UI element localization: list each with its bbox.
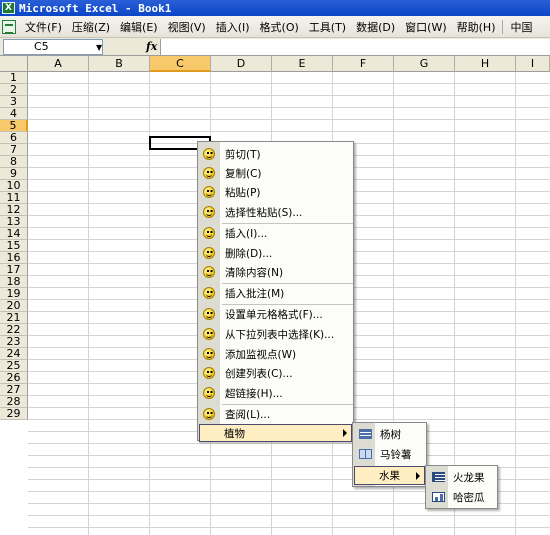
menu-item-paste[interactable]: 粘贴(P) (199, 183, 352, 201)
menu-edit[interactable]: 编辑(E) (115, 19, 163, 35)
table-icon (359, 449, 372, 459)
column-header-c[interactable]: C (150, 56, 211, 72)
menu-item-label: 马铃薯 (380, 449, 412, 461)
menu-item-label: 插入(I)... (225, 227, 268, 240)
formula-input[interactable] (160, 39, 550, 55)
smiley-icon (203, 408, 215, 420)
menu-item-create-list[interactable]: 创建列表(C)... (199, 364, 352, 382)
column-header-g[interactable]: G (394, 56, 455, 72)
menu-help[interactable]: 帮助(H) (452, 19, 501, 35)
submenu-fruits: 火龙果 哈密瓜 (425, 465, 498, 509)
menu-insert[interactable]: 插入(I) (211, 19, 255, 35)
menu-item-label: 粘贴(P) (225, 186, 261, 199)
menu-item-label: 哈密瓜 (453, 492, 485, 504)
menu-file[interactable]: 文件(F) (20, 19, 67, 35)
menu-item-paste-special[interactable]: 选择性粘贴(S)... (199, 203, 352, 221)
smiley-icon (203, 247, 215, 259)
menu-item-dragon-fruit[interactable]: 火龙果 (427, 468, 496, 487)
title-bar: X Microsoft Excel - Book1 (0, 0, 550, 16)
menu-item-pick-from-list[interactable]: 从下拉列表中选择(K)... (199, 325, 352, 343)
menu-item-copy[interactable]: 复制(C) (199, 164, 352, 182)
context-menu: 剪切(T) 复制(C) 粘贴(P) 选择性粘贴(S)... 插入(I)... 删… (197, 141, 354, 442)
smiley-icon (203, 328, 215, 340)
column-header-i[interactable]: I (516, 56, 550, 72)
menu-item-format-cells[interactable]: 设置单元格格式(F)... (199, 305, 352, 323)
menu-item-label: 选择性粘贴(S)... (225, 206, 303, 219)
menu-item-clear-contents[interactable]: 清除内容(N) (199, 263, 352, 281)
smiley-icon (203, 266, 215, 278)
menu-item-add-watch[interactable]: 添加监视点(W) (199, 345, 352, 363)
menu-item-label: 火龙果 (453, 472, 485, 484)
chevron-down-icon[interactable]: ▼ (96, 44, 102, 52)
chart-icon (432, 492, 445, 502)
name-box[interactable]: C5 ▼ (3, 39, 103, 55)
menu-item-label: 杨树 (380, 429, 401, 441)
menu-item-label: 植物 (224, 427, 245, 440)
name-box-value: C5 (34, 40, 49, 53)
submenu-plants: 杨树 马铃薯 水果 (352, 422, 427, 487)
menu-item-poplar[interactable]: 杨树 (354, 425, 425, 444)
menu-item-potato[interactable]: 马铃薯 (354, 445, 425, 464)
menu-item-label: 查阅(L)... (225, 408, 271, 421)
grid-icon (432, 472, 445, 482)
menu-item-label: 从下拉列表中选择(K)... (225, 328, 335, 341)
menu-item-hami-melon[interactable]: 哈密瓜 (427, 488, 496, 507)
column-header-e[interactable]: E (272, 56, 333, 72)
menu-item-cut[interactable]: 剪切(T) (199, 145, 352, 163)
menu-item-label: 复制(C) (225, 167, 262, 180)
column-header-d[interactable]: D (211, 56, 272, 72)
smiley-icon (203, 287, 215, 299)
menu-compress[interactable]: 压缩(Z) (67, 19, 115, 35)
smiley-icon (203, 367, 215, 379)
menu-item-label: 清除内容(N) (225, 266, 284, 279)
menu-item-label: 剪切(T) (225, 148, 261, 161)
menu-view[interactable]: 视图(V) (163, 19, 211, 35)
menu-item-label: 水果 (379, 470, 400, 482)
submenu-arrow-icon (343, 429, 347, 437)
function-icon[interactable]: fx (146, 40, 157, 53)
smiley-icon (203, 348, 215, 360)
menu-format[interactable]: 格式(O) (255, 19, 304, 35)
smiley-icon (203, 148, 215, 160)
menu-item-label: 添加监视点(W) (225, 348, 297, 361)
menu-item-label: 删除(D)... (225, 247, 273, 260)
menu-data[interactable]: 数据(D) (351, 19, 400, 35)
menu-bar: 文件(F) 压缩(Z) 编辑(E) 视图(V) 插入(I) 格式(O) 工具(T… (0, 16, 550, 38)
select-all-corner[interactable] (0, 56, 28, 72)
menu-item-delete[interactable]: 删除(D)... (199, 244, 352, 262)
smiley-icon (203, 167, 215, 179)
row-header-29[interactable]: 29 (0, 408, 28, 420)
smiley-icon (203, 387, 215, 399)
column-header-f[interactable]: F (333, 56, 394, 72)
window-title: Microsoft Excel - Book1 (19, 1, 172, 15)
workbook-icon[interactable] (2, 19, 16, 34)
menu-item-label: 插入批注(M) (225, 287, 285, 300)
submenu-arrow-icon (416, 472, 420, 480)
column-header-b[interactable]: B (89, 56, 150, 72)
column-header-a[interactable]: A (28, 56, 89, 72)
menu-item-insert[interactable]: 插入(I)... (199, 224, 352, 242)
menu-item-plants[interactable]: 植物 (199, 424, 352, 442)
menu-window[interactable]: 窗口(W) (400, 19, 451, 35)
smiley-icon (203, 206, 215, 218)
smiley-icon (203, 227, 215, 239)
menu-item-fruits[interactable]: 水果 (354, 466, 425, 485)
formula-bar: C5 ▼ fx (0, 38, 550, 56)
menu-item-label: 创建列表(C)... (225, 367, 293, 380)
excel-icon[interactable]: X (2, 2, 15, 14)
menu-item-lookup[interactable]: 查阅(L)... (199, 405, 352, 423)
menu-tools[interactable]: 工具(T) (304, 19, 351, 35)
column-header-h[interactable]: H (455, 56, 516, 72)
menu-item-hyperlink[interactable]: 超链接(H)... (199, 384, 352, 402)
menu-china[interactable]: 中国 (505, 19, 537, 35)
menu-item-label: 超链接(H)... (225, 387, 283, 400)
menu-item-insert-comment[interactable]: 插入批注(M) (199, 284, 352, 302)
smiley-icon (203, 308, 215, 320)
list-icon (359, 429, 372, 439)
menu-separator (502, 19, 504, 34)
smiley-icon (203, 186, 215, 198)
menu-item-label: 设置单元格格式(F)... (225, 308, 323, 321)
